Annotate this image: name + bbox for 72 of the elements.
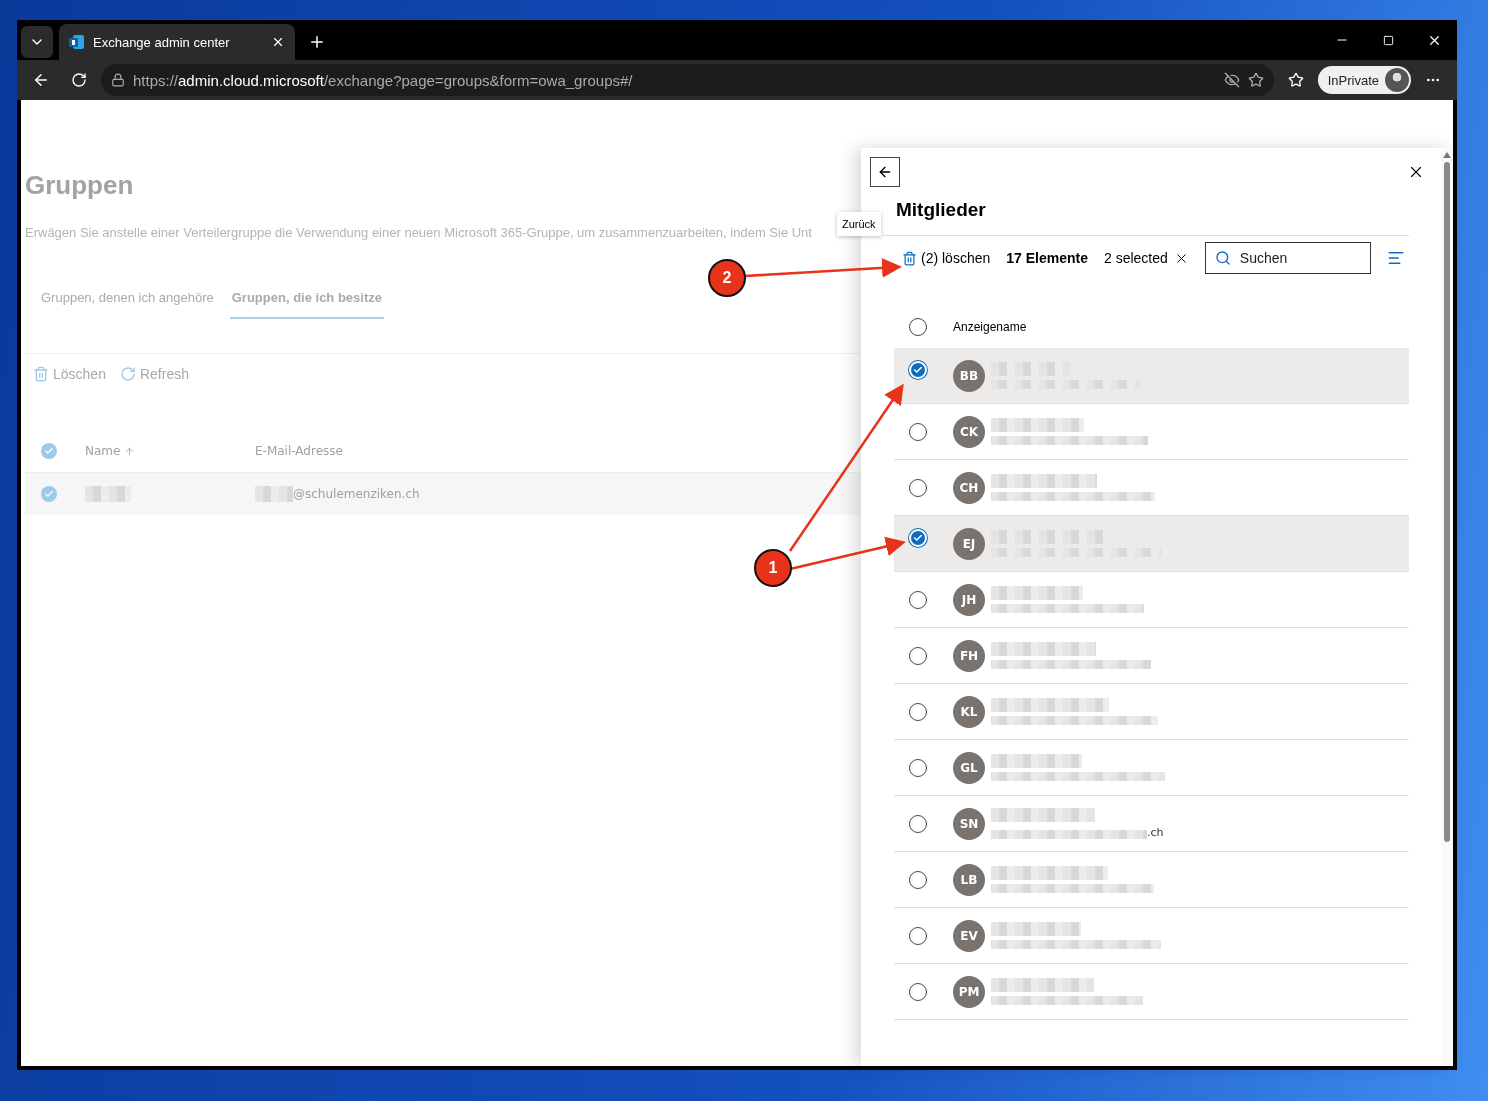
trash-icon — [902, 250, 917, 266]
avatar: FH — [953, 639, 985, 672]
blurred-text — [85, 486, 131, 502]
row-checkbox[interactable] — [41, 486, 57, 502]
reload-icon — [71, 72, 87, 88]
avatar: BB — [953, 359, 985, 392]
delete-button[interactable]: Löschen — [33, 366, 106, 382]
panel-title: Mitglieder — [896, 199, 987, 221]
tab-list-button[interactable] — [21, 26, 53, 58]
browser-tab[interactable]: Exchange admin center — [59, 24, 295, 60]
select-all-checkbox[interactable] — [909, 318, 927, 336]
tracking-icon[interactable] — [1223, 72, 1240, 88]
check-icon — [44, 489, 54, 499]
search-field[interactable]: Suchen — [1204, 242, 1371, 274]
plus-icon — [308, 33, 326, 51]
page-title: Gruppen — [25, 170, 135, 201]
item-count: 17 Elemente — [1006, 250, 1088, 266]
avatar: CH — [953, 471, 985, 504]
back-button[interactable] — [870, 157, 900, 187]
avatar: CK — [953, 415, 985, 448]
row-checkbox[interactable] — [909, 870, 927, 889]
member-email: .ch — [1147, 826, 1164, 839]
column-header: Anzeigename — [953, 320, 1027, 334]
row-checkbox[interactable] — [909, 982, 927, 1001]
refresh-icon — [119, 366, 136, 382]
trash-icon — [33, 366, 49, 382]
filter-icon[interactable] — [1386, 249, 1405, 267]
check-icon — [44, 446, 54, 456]
column-header: Name — [85, 444, 121, 458]
avatar-icon — [1385, 68, 1409, 92]
column-header: E-Mail-Adresse — [255, 444, 343, 458]
refresh-button[interactable]: Refresh — [119, 366, 189, 382]
tab-title: Exchange admin center — [93, 34, 231, 50]
close-icon[interactable] — [271, 35, 285, 49]
delete-button[interactable]: (2) löschen — [902, 250, 991, 266]
exchange-icon — [69, 34, 85, 50]
check-icon — [913, 364, 923, 375]
sort-arrow-icon — [124, 445, 136, 457]
check-icon — [913, 532, 923, 543]
selection-count: 2 selected — [1104, 250, 1168, 266]
address-bar[interactable]: https://admin.cloud.microsoft/exchange?page=groups&form=owa_groups#/ — [101, 64, 1274, 96]
maximize-icon — [1382, 34, 1394, 46]
avatar: JH — [953, 583, 985, 616]
member-row[interactable]: BB — [894, 348, 1409, 404]
member-row[interactable]: EJ — [894, 516, 1409, 572]
row-checkbox[interactable] — [909, 646, 927, 665]
row-checkbox[interactable] — [909, 702, 927, 721]
page-description: Erwägen Sie anstelle einer Verteilergruppe die Verwendung einer neuen Microsoft 365-Gruppe, um zusammenzuarbeiten, indem Sie Unt — [25, 225, 813, 240]
row-checkbox[interactable] — [909, 814, 927, 833]
avatar: GL — [953, 751, 985, 784]
page-tab[interactable]: Gruppen, denen ich angehöre — [39, 282, 216, 319]
avatar: KL — [953, 695, 985, 728]
row-checkbox[interactable] — [909, 478, 927, 497]
avatar: PM — [953, 975, 985, 1008]
select-all-checkbox[interactable] — [41, 443, 57, 459]
avatar: SN — [953, 807, 985, 840]
lock-icon — [111, 73, 125, 87]
star-list-icon — [1287, 72, 1304, 88]
row-checkbox[interactable] — [909, 422, 927, 441]
avatar: EJ — [953, 527, 985, 560]
row-checkbox[interactable] — [909, 758, 927, 777]
search-icon — [1214, 250, 1231, 266]
avatar: LB — [953, 863, 985, 896]
favorite-icon[interactable] — [1247, 72, 1264, 88]
avatar: EV — [953, 919, 985, 952]
scrollbar[interactable] — [1441, 148, 1453, 1066]
profile-button[interactable]: InPrivate — [1317, 66, 1411, 94]
row-checkbox[interactable] — [909, 590, 927, 609]
blurred-text — [255, 486, 293, 502]
row-checkbox[interactable] — [909, 926, 927, 945]
tooltip: Zurück — [837, 212, 881, 236]
table-cell: @schulemenziken.ch — [293, 487, 420, 501]
